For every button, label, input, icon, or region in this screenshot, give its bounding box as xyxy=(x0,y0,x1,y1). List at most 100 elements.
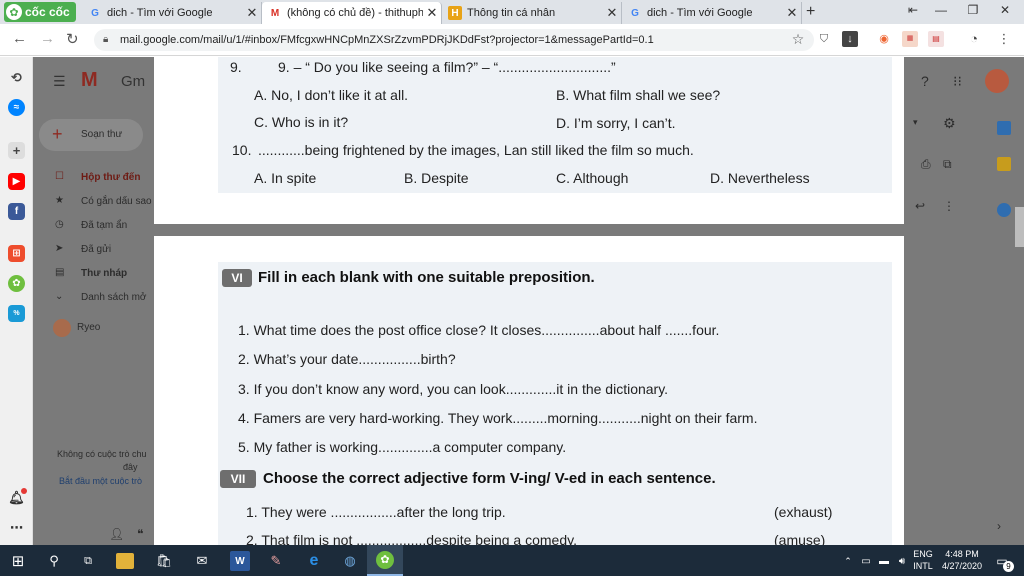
clock[interactable]: 4:48 PM 4/27/2020 xyxy=(938,548,986,572)
forward-arrow-icon[interactable]: → xyxy=(40,30,55,47)
windows-start-icon[interactable]: ⊞ xyxy=(8,551,28,571)
calendar-addon-icon[interactable] xyxy=(997,121,1011,135)
profile-avatar[interactable] xyxy=(985,69,1009,93)
attachment-page-2: VI Fill in each blank with one suitable … xyxy=(154,236,904,548)
compose-button[interactable]: + Soạn thư xyxy=(39,119,143,151)
q9-option-a: A. No, I don’t like it at all. xyxy=(254,87,409,103)
sec6-item-3: 3. If you don’t know any word, you can l… xyxy=(238,381,669,397)
tab-google-search-2[interactable]: G dich - Tìm với Google ✕ xyxy=(622,2,802,24)
section-7-title: Choose the correct adjective form V-ing/… xyxy=(263,470,716,487)
nav-sent[interactable]: Đã gửi xyxy=(81,244,111,255)
messenger-icon[interactable]: ≈ xyxy=(8,99,25,116)
sec6-item-4: 4. Famers are very hard-working. They wo… xyxy=(238,410,758,426)
close-window-button[interactable]: ✕ xyxy=(990,3,1020,17)
print-icon[interactable]: ⎙ xyxy=(921,157,931,172)
reply-icon[interactable]: ↩ xyxy=(915,199,925,213)
avatar[interactable] xyxy=(53,319,71,337)
nav-drafts[interactable]: Thư nháp xyxy=(81,268,127,279)
settings-gear-icon[interactable]: ⚙ xyxy=(943,115,956,132)
expand-panel-icon[interactable]: › xyxy=(997,519,1001,533)
tab-google-search-1[interactable]: G dich - Tìm với Google ✕ xyxy=(82,2,262,24)
task-view-icon[interactable]: ⧉ xyxy=(78,551,98,571)
close-tab-icon[interactable]: ✕ xyxy=(423,5,441,21)
close-tab-icon[interactable]: ✕ xyxy=(783,5,801,21)
extension-calendar-icon[interactable]: ▤ xyxy=(928,31,944,47)
extension-sale-icon[interactable]: ▦ xyxy=(902,31,918,47)
q9-text: 9. – “ Do you like seeing a film?” – “..… xyxy=(278,59,616,75)
nav-inbox[interactable]: Hộp thư đến xyxy=(81,172,140,183)
open-new-window-icon[interactable]: ⧉ xyxy=(943,157,952,172)
keep-addon-icon[interactable] xyxy=(997,157,1011,171)
close-tab-icon[interactable]: ✕ xyxy=(603,5,621,21)
tray-chevron-up-icon[interactable]: ⌃ xyxy=(838,551,858,571)
sec6-item-5: 5. My father is working..............a c… xyxy=(238,439,567,455)
edge-icon[interactable]: e xyxy=(304,551,324,571)
q10-number: 10. xyxy=(232,142,252,158)
add-app-icon[interactable]: + xyxy=(8,142,25,159)
hamburger-menu-icon[interactable]: ☰ xyxy=(53,73,66,90)
more-options-icon[interactable]: ⋯ xyxy=(8,519,25,536)
store-icon[interactable]: 🛍︎ xyxy=(154,551,174,571)
browser-menu-icon[interactable]: ⋮ xyxy=(996,31,1012,47)
shield-icon[interactable]: ⛉ xyxy=(816,31,832,47)
reload-icon[interactable]: ↻ xyxy=(66,30,79,48)
worksheet-top: 9. 9. – “ Do you like seeing a film?” – … xyxy=(218,57,892,193)
help-icon[interactable]: ? xyxy=(921,73,929,89)
discount-icon[interactable]: % xyxy=(8,305,25,322)
facebook-icon[interactable]: f xyxy=(8,203,25,220)
coccoc-taskbar-icon: ✿ xyxy=(376,551,394,569)
tab-list-icon[interactable]: ⇤ xyxy=(898,3,928,17)
person-icon[interactable]: 👤︎ xyxy=(109,527,124,541)
sec6-item-1: 1. What time does the post office close?… xyxy=(238,322,720,338)
tab-gmail[interactable]: M (không có chủ đề) - thithuph ✕ xyxy=(262,2,442,24)
nav-starred[interactable]: Có gắn dấu sao xyxy=(81,196,152,207)
apps-grid-icon[interactable]: ⁝⁝ xyxy=(953,73,962,90)
hangouts-icon[interactable]: ❝ xyxy=(137,527,143,541)
tab-personal-info[interactable]: H Thông tin cá nhân ✕ xyxy=(442,2,622,24)
shopee-icon[interactable]: ⊞ xyxy=(8,245,25,262)
dropdown-caret-icon[interactable]: ▾ xyxy=(913,117,918,128)
start-chat-link[interactable]: Bắt đầu một cuộc trò xyxy=(59,476,142,486)
account-icon[interactable]: ◔ xyxy=(966,31,982,47)
history-icon[interactable]: ⟲ xyxy=(8,69,25,86)
youtube-icon[interactable]: ▶ xyxy=(8,173,25,190)
gmail-logo-text: Gm xyxy=(121,73,146,90)
download-icon[interactable]: ↓ xyxy=(842,31,858,47)
bookmark-star-icon[interactable]: ☆ xyxy=(790,31,806,47)
browser-tab-bar: ✿ cốc cốc G dich - Tìm với Google ✕ M (k… xyxy=(0,0,1024,24)
mail-icon[interactable]: ✉ xyxy=(192,551,212,571)
attachment-page-1: 9. 9. – “ Do you like seeing a film?” – … xyxy=(154,57,904,224)
nav-snoozed[interactable]: Đã tạm ẩn xyxy=(81,220,127,231)
maximize-button[interactable]: ❐ xyxy=(958,3,988,17)
coccoc-app-icon[interactable]: ✿ xyxy=(8,275,25,292)
windows-taskbar: ⊞ ⚲ ⧉ 🛍︎ ✉ W ✎ e ◍ ✿ ⌃ ▭ ▬ 🔊︎ ENG INTL 4… xyxy=(0,545,1024,576)
send-icon: ➤ xyxy=(55,243,64,254)
battery-icon[interactable]: ▬ xyxy=(874,551,894,571)
network-icon[interactable]: ▭ xyxy=(856,551,876,571)
minimize-button[interactable]: — xyxy=(926,3,956,17)
paint-icon[interactable]: ✎ xyxy=(266,551,286,571)
word-icon[interactable]: W xyxy=(230,551,250,571)
tasks-addon-icon[interactable] xyxy=(997,203,1011,217)
close-tab-icon[interactable]: ✕ xyxy=(243,5,261,21)
scrollbar-thumb[interactable] xyxy=(1015,207,1024,247)
nav-more[interactable]: Danh sách mở xyxy=(81,292,146,303)
new-tab-button[interactable]: + xyxy=(806,3,815,21)
q9-option-c: C. Who is in it? xyxy=(254,114,349,130)
url-bar[interactable]: 🔒︎ mail.google.com/mail/u/1/#inbox/FMfcg… xyxy=(94,29,814,51)
volume-icon[interactable]: 🔊︎ xyxy=(892,551,912,571)
section-6-badge: VI xyxy=(222,269,252,287)
back-arrow-icon[interactable]: ← xyxy=(12,30,27,47)
extension-circle-icon[interactable]: ◉ xyxy=(876,31,892,47)
app-globe-icon[interactable]: ◍ xyxy=(340,551,360,571)
hangouts-user[interactable]: Ryeo xyxy=(77,322,100,333)
q9-option-b: B. What film shall we see? xyxy=(556,87,721,103)
sec6-item-2: 2. What’s your date................birth… xyxy=(238,351,456,367)
search-icon[interactable]: ⚲ xyxy=(44,551,64,571)
file-explorer-icon[interactable] xyxy=(116,553,134,569)
coccoc-taskbar-button[interactable]: ✿ xyxy=(367,545,403,576)
more-vert-icon[interactable]: ⋮ xyxy=(943,199,955,213)
coccoc-logo[interactable]: ✿ cốc cốc xyxy=(4,2,76,22)
language-indicator[interactable]: ENG INTL xyxy=(910,548,936,572)
browser-sidebar-dock: ⟲ ≈ + ▶ f ⊞ ✿ % 🔔︎ ⋯ xyxy=(0,57,33,545)
